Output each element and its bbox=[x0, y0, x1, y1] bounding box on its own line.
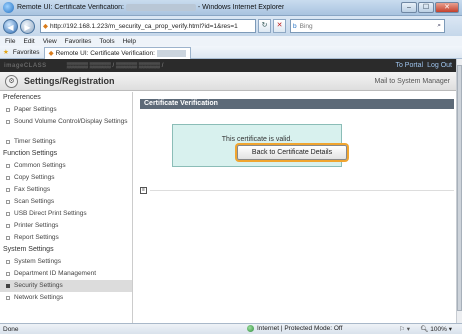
zoom-control[interactable]: 🔍︎ 100% ▾ bbox=[420, 325, 452, 333]
bullet-icon bbox=[6, 164, 10, 168]
bullet-icon bbox=[6, 272, 10, 276]
bullet-icon bbox=[6, 212, 10, 216]
vertical-scrollbar[interactable] bbox=[456, 59, 462, 323]
bullet-icon bbox=[6, 236, 10, 240]
security-zone: Internet | Protected Mode: Off bbox=[247, 325, 342, 332]
menu-bar: File Edit View Favorites Tools Help bbox=[0, 36, 462, 46]
status-text: Done bbox=[3, 325, 19, 333]
bullet-icon bbox=[6, 188, 10, 192]
mail-to-system-manager-link[interactable]: Mail to System Manager bbox=[375, 78, 450, 85]
address-input[interactable]: ◆ http://192.168.1.223/m_security_ca_pro… bbox=[40, 19, 256, 33]
sidebar-item-common-settings[interactable]: Common Settings bbox=[0, 160, 132, 172]
section-title: Certificate Verification bbox=[140, 99, 454, 109]
favorites-bar: ★ Favorites ◆ Remote UI: Certificate Ver… bbox=[0, 46, 462, 59]
sidebar-item-copy-settings[interactable]: Copy Settings bbox=[0, 172, 132, 184]
tab-title: Remote UI: Certificate Verification: bbox=[55, 49, 155, 57]
sidebar-item-fax-settings[interactable]: Fax Settings bbox=[0, 184, 132, 196]
search-icon[interactable]: ⌕ bbox=[437, 22, 441, 30]
sidebar-item-timer-settings[interactable]: Timer Settings bbox=[0, 136, 132, 148]
redacted-tab-model: xxxxxxxxx bbox=[156, 49, 187, 57]
stop-button[interactable]: ✕ bbox=[273, 19, 286, 33]
to-portal-link[interactable]: To Portal bbox=[395, 62, 423, 69]
sidebar-group-function-settings: Function Settings bbox=[3, 150, 58, 157]
globe-icon bbox=[247, 325, 254, 332]
ie-logo-icon bbox=[3, 2, 14, 13]
bullet-icon bbox=[6, 200, 10, 204]
redacted-model-name: xxxxxxxxxxxxxxxxxxxx bbox=[125, 4, 196, 11]
sidebar-item-report-settings[interactable]: Report Settings bbox=[0, 232, 132, 244]
zoom-icon: 🔍︎ bbox=[420, 326, 429, 333]
protected-mode-icon[interactable]: ⚐ ▾ bbox=[399, 325, 410, 333]
device-brand: imageCLASS bbox=[4, 62, 47, 69]
bing-icon: b bbox=[293, 22, 297, 30]
sidebar-item-network-settings[interactable]: Network Settings bbox=[0, 292, 132, 304]
back-to-certificate-details-button[interactable]: Back to Certificate Details bbox=[237, 145, 347, 160]
page-content: imageCLASS ▒▒▒▒▒ ▒▒▒▒▒ / ▒▒▒▒▒ ▒▒▒▒▒ / T… bbox=[0, 59, 456, 323]
menu-view[interactable]: View bbox=[43, 38, 57, 45]
scrollbar-thumb[interactable] bbox=[457, 65, 462, 311]
refresh-button[interactable]: ↻ bbox=[258, 19, 271, 33]
minimize-button[interactable]: – bbox=[401, 2, 417, 13]
settings-gear-icon: ⚙ bbox=[5, 74, 18, 88]
verification-message-box: This certificate is valid. Back to Certi… bbox=[172, 124, 347, 167]
window-controls: – ☐ ✕ bbox=[401, 2, 459, 13]
verification-message: This certificate is valid. bbox=[221, 136, 293, 143]
forward-button[interactable]: ▶ bbox=[20, 18, 35, 34]
favorites-star-icon: ★ bbox=[3, 49, 9, 56]
menu-file[interactable]: File bbox=[5, 38, 15, 45]
bullet-icon bbox=[6, 296, 10, 300]
sidebar-item-department-id[interactable]: Department ID Management bbox=[0, 268, 132, 280]
maximize-button[interactable]: ☐ bbox=[418, 2, 434, 13]
redacted-device-model: ▒▒▒▒▒ ▒▒▒▒▒ / ▒▒▒▒▒ ▒▒▒▒▒ / bbox=[66, 62, 164, 69]
sidebar: Preferences Paper Settings Sound Volume … bbox=[0, 92, 133, 323]
status-bar: Done Internet | Protected Mode: Off ⚐ ▾ … bbox=[0, 323, 462, 334]
page-title: Settings/Registration bbox=[24, 76, 115, 86]
menu-help[interactable]: Help bbox=[123, 38, 136, 45]
menu-tools[interactable]: Tools bbox=[99, 38, 114, 45]
address-toolbar: ◀ ▶ ◆ http://192.168.1.223/m_security_ca… bbox=[0, 16, 462, 36]
sidebar-item-security-settings[interactable]: Security Settings bbox=[0, 280, 132, 292]
window-title-bar: Remote UI: Certificate Verification: xxx… bbox=[0, 0, 462, 16]
menu-edit[interactable]: Edit bbox=[23, 38, 34, 45]
url-text: http://192.168.1.223/m_security_ca_prop_… bbox=[50, 22, 238, 30]
main-panel: Certificate Verification This certificat… bbox=[140, 99, 454, 319]
sidebar-group-system-settings: System Settings bbox=[3, 246, 54, 253]
sidebar-item-paper-settings[interactable]: Paper Settings bbox=[0, 104, 132, 116]
sidebar-item-system-settings[interactable]: System Settings bbox=[0, 256, 132, 268]
divider-line bbox=[150, 190, 454, 191]
log-out-link[interactable]: Log Out bbox=[427, 62, 452, 69]
bullet-icon bbox=[6, 120, 10, 124]
bullet-icon bbox=[6, 284, 10, 288]
divider-marker-icon: ≡ bbox=[140, 187, 147, 194]
bullet-icon bbox=[6, 108, 10, 112]
menu-favorites[interactable]: Favorites bbox=[65, 38, 92, 45]
sidebar-item-sound-volume[interactable]: Sound Volume Control/Display Settings bbox=[0, 116, 132, 136]
page-header: ⚙ Settings/Registration Mail to System M… bbox=[0, 72, 456, 91]
sidebar-item-usb-direct-print[interactable]: USB Direct Print Settings bbox=[0, 208, 132, 220]
page-favicon-icon: ◆ bbox=[43, 23, 48, 30]
device-links: To Portal Log Out bbox=[395, 62, 452, 69]
tab-favicon-icon: ◆ bbox=[48, 50, 54, 57]
search-placeholder: Bing bbox=[299, 22, 313, 30]
close-window-button[interactable]: ✕ bbox=[435, 2, 459, 13]
search-input[interactable]: b Bing ⌕ bbox=[290, 19, 445, 33]
bullet-icon bbox=[6, 140, 10, 144]
chevron-down-icon: ▾ bbox=[448, 326, 452, 333]
favorites-button[interactable]: Favorites bbox=[13, 49, 40, 56]
device-bar: imageCLASS ▒▒▒▒▒ ▒▒▒▒▒ / ▒▒▒▒▒ ▒▒▒▒▒ / T… bbox=[0, 59, 456, 72]
sidebar-item-printer-settings[interactable]: Printer Settings bbox=[0, 220, 132, 232]
sidebar-group-preferences: Preferences bbox=[3, 94, 41, 101]
back-button[interactable]: ◀ bbox=[3, 18, 18, 34]
browser-tab[interactable]: ◆ Remote UI: Certificate Verification: x… bbox=[43, 46, 192, 59]
bullet-icon bbox=[6, 224, 10, 228]
sidebar-item-scan-settings[interactable]: Scan Settings bbox=[0, 196, 132, 208]
bullet-icon bbox=[6, 260, 10, 264]
bullet-icon bbox=[6, 176, 10, 180]
window-title: Remote UI: Certificate Verification: xxx… bbox=[17, 4, 285, 11]
